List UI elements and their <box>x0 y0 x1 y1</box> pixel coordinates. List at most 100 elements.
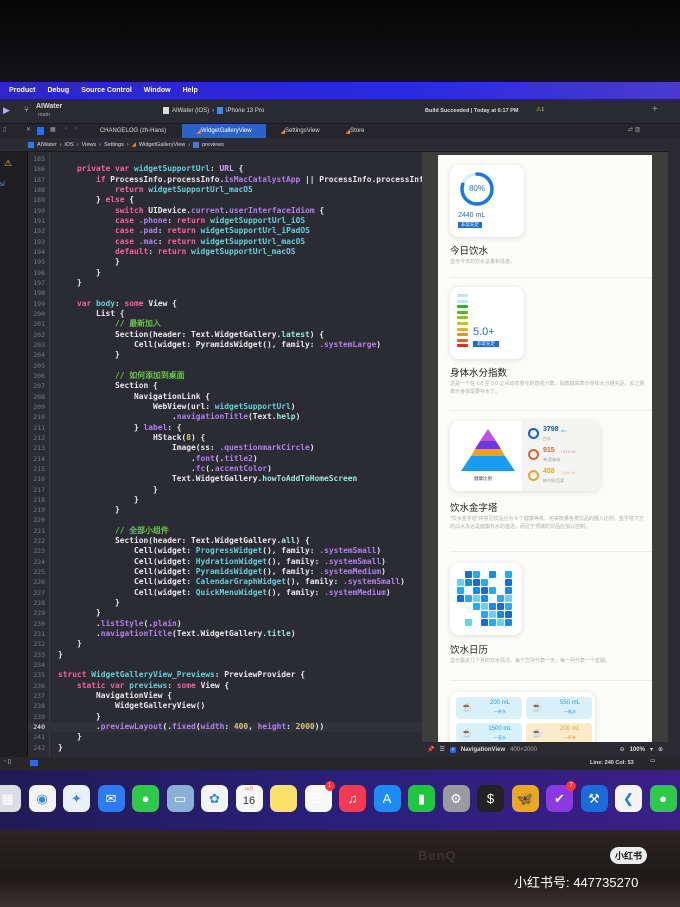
dock-launchpad-icon[interactable]: ▦ <box>0 785 21 812</box>
dock-reminders-icon[interactable]: ☰ 1 <box>304 781 335 812</box>
code-line[interactable]: 190 switch UIDevice.current.userInterfac… <box>28 206 422 216</box>
code-line[interactable]: 193 case .mac: return widgetSupportUrl_m… <box>28 237 422 247</box>
menu-product[interactable]: Product <box>9 87 35 94</box>
code-line[interactable]: 192 case .pad: return widgetSupportUrl_i… <box>28 226 422 236</box>
tab-settings-view[interactable]: ◢ SettingsView <box>270 124 330 138</box>
console-toggle-icon[interactable] <box>30 760 38 766</box>
dock-chrome-icon[interactable]: ◉ <box>28 785 56 812</box>
code-line[interactable]: 204 } <box>28 350 422 360</box>
breadcrumb-item[interactable]: iOS <box>65 142 74 148</box>
tab-widget-gallery-view[interactable]: ◢ WidgetGalleryView <box>182 124 266 138</box>
code-line[interactable]: 187 if ProcessInfo.processInfo.isMacCata… <box>28 175 422 185</box>
dock-app-store-icon[interactable]: A <box>373 785 401 812</box>
code-line[interactable]: 225 Cell(widget: PyramidsWidget(), famil… <box>28 567 422 577</box>
code-line[interactable]: 229 } <box>28 608 422 618</box>
code-line[interactable]: 221 // 全部小组件 <box>28 526 422 536</box>
dock-safari-icon[interactable]: ✦ <box>63 785 90 812</box>
code-line[interactable]: 214 .font(.title2) <box>28 454 422 464</box>
code-line[interactable]: 198 <box>28 288 422 298</box>
code-line[interactable]: 223 Cell(widget: ProgressWidget(), famil… <box>28 546 422 556</box>
dock-numbers-icon[interactable]: ▮ <box>408 785 435 812</box>
menu-debug[interactable]: Debug <box>47 87 69 94</box>
filter-icon[interactable] <box>37 127 44 135</box>
source-code[interactable]: 185 186 private var widgetSupportUrl: URL… <box>28 154 422 753</box>
breadcrumb-item[interactable]: Views <box>82 142 97 148</box>
close-icon[interactable]: ✕ <box>26 126 31 133</box>
code-line[interactable]: 231 .navigationTitle(Text.WidgetGallery.… <box>28 629 422 639</box>
code-line[interactable]: 220 <box>28 515 422 525</box>
list-icon[interactable]: ☰ <box>439 746 444 753</box>
code-line[interactable]: 227 Cell(widget: QuickMenuWidget(), fami… <box>28 588 422 598</box>
code-line[interactable]: 186 private var widgetSupportUrl: URL { <box>28 164 422 174</box>
quick-menu-item[interactable]: ☕ 550 mL 一瓶水 <box>526 697 592 719</box>
code-line[interactable]: 230 .listStyle(.plain) <box>28 619 422 629</box>
code-line[interactable]: 189 } else { <box>28 195 422 205</box>
debug-icon[interactable]: ◔ ▯ <box>3 759 11 765</box>
breadcrumb-item[interactable]: previews <box>202 142 224 148</box>
code-line[interactable]: 202 Section(header: Text.WidgetGallery.l… <box>28 330 422 340</box>
dock-terminal-icon[interactable]: $ <box>477 785 504 812</box>
code-line[interactable]: 234 <box>28 660 422 670</box>
scheme-selector[interactable]: AIWater (iOS) › iPhone 13 Pro <box>163 107 264 114</box>
tab-store[interactable]: ◢ Store <box>335 124 375 138</box>
quick-menu-item[interactable]: ☕ 200 mL 一杯茶 <box>526 723 592 742</box>
breadcrumb-item[interactable]: WidgetGalleryView <box>139 142 185 148</box>
code-line[interactable]: 228 } <box>28 598 422 608</box>
menu-source-control[interactable]: Source Control <box>81 87 132 94</box>
code-line[interactable]: 219 } <box>28 505 422 515</box>
code-line[interactable]: 194 default: return widgetSupportUrl_mac… <box>28 247 422 257</box>
navigator-item[interactable]: s/ <box>0 182 5 188</box>
code-line[interactable]: 185 <box>28 154 422 164</box>
code-line[interactable]: 210 .navigationTitle(Text.help) <box>28 412 422 422</box>
dock-xcode-icon[interactable]: ⚒ <box>580 785 608 812</box>
dock-vscode-icon[interactable]: ❮ <box>615 785 642 812</box>
code-line[interactable]: 242} <box>28 743 422 753</box>
code-line[interactable]: 237 NavigationView { <box>28 691 422 701</box>
pin-icon[interactable]: 📌 <box>427 746 434 753</box>
code-line[interactable]: 203 Cell(widget: PyramidsWidget(), famil… <box>28 340 422 350</box>
code-line[interactable]: 188 return widgetSupportUrl_macOS <box>28 185 422 195</box>
code-line[interactable]: 196 } <box>28 268 422 278</box>
code-line[interactable]: 236 static var previews: some View { <box>28 681 422 691</box>
code-line[interactable]: 205 <box>28 361 422 371</box>
code-line[interactable]: 224 Cell(widget: HydrationWidget(), fami… <box>28 557 422 567</box>
code-line[interactable]: 207 Section { <box>28 381 422 391</box>
code-line[interactable]: 195 } <box>28 257 422 267</box>
code-line[interactable]: 206 // 如何添加到桌面 <box>28 371 422 381</box>
breadcrumb-item[interactable]: Settings <box>104 142 124 148</box>
panel-toggle-icon[interactable]: ▭ <box>650 758 655 764</box>
dock-mail-icon[interactable]: ✉ <box>97 785 125 812</box>
code-line[interactable]: 208 NavigationLink { <box>28 392 422 402</box>
forward-icon[interactable]: › <box>75 126 77 132</box>
code-line[interactable]: 211 } label: { <box>28 423 422 433</box>
zoom-in-icon[interactable]: ⊕ <box>658 746 663 753</box>
grid-icon[interactable]: ▦ <box>50 126 56 133</box>
code-line[interactable]: 201 // 最新加入 <box>28 319 422 329</box>
code-line[interactable]: 197 } <box>28 278 422 288</box>
code-line[interactable]: 239 } <box>28 712 422 722</box>
chevron-down-icon[interactable]: ▾ <box>650 746 653 753</box>
code-line[interactable]: 238 WidgetGalleryView() <box>28 701 422 711</box>
dock-omnifocus-icon[interactable]: ✔ 7 <box>546 781 576 812</box>
zoom-level[interactable]: 100% <box>630 747 645 753</box>
tab-changelog[interactable]: CHANGELOG (zh-Hans) <box>88 124 178 138</box>
split-editor-icon[interactable]: ⇄ ▥ <box>628 126 640 133</box>
code-line[interactable]: 212 HStack(8) { <box>28 433 422 443</box>
code-line[interactable]: 209 WebView(url: widgetSupportUrl) <box>28 402 422 412</box>
code-line[interactable]: 232 } <box>28 639 422 649</box>
code-line[interactable]: 199 var body: some View { <box>28 299 422 309</box>
code-line[interactable]: 222 Section(header: Text.WidgetGallery.a… <box>28 536 422 546</box>
warning-icon[interactable]: ⚠ <box>4 158 12 169</box>
code-line[interactable]: 215 .fc(.accentColor) <box>28 464 422 474</box>
zoom-out-icon[interactable]: ⊖ <box>620 746 625 753</box>
code-line[interactable]: 235 struct WidgetGalleryView_Previews: Pr… <box>28 670 422 680</box>
quick-menu-item[interactable]: ☕ 1500 mL 一壶水 <box>456 723 522 742</box>
menu-window[interactable]: Window <box>144 87 171 94</box>
code-line[interactable]: 200 List { <box>28 309 422 319</box>
back-icon[interactable]: ‹ <box>65 126 67 132</box>
breadcrumb-item[interactable]: AIWater <box>37 142 57 148</box>
code-editor[interactable]: 185 186 private var widgetSupportUrl: URL… <box>28 152 422 757</box>
code-line[interactable]: 226 Cell(widget: CalendarGraphWidget(), … <box>28 577 422 587</box>
navigator-toggle-icon[interactable]: ▯ <box>3 126 6 133</box>
dock-messages-icon[interactable]: ● <box>132 785 159 812</box>
